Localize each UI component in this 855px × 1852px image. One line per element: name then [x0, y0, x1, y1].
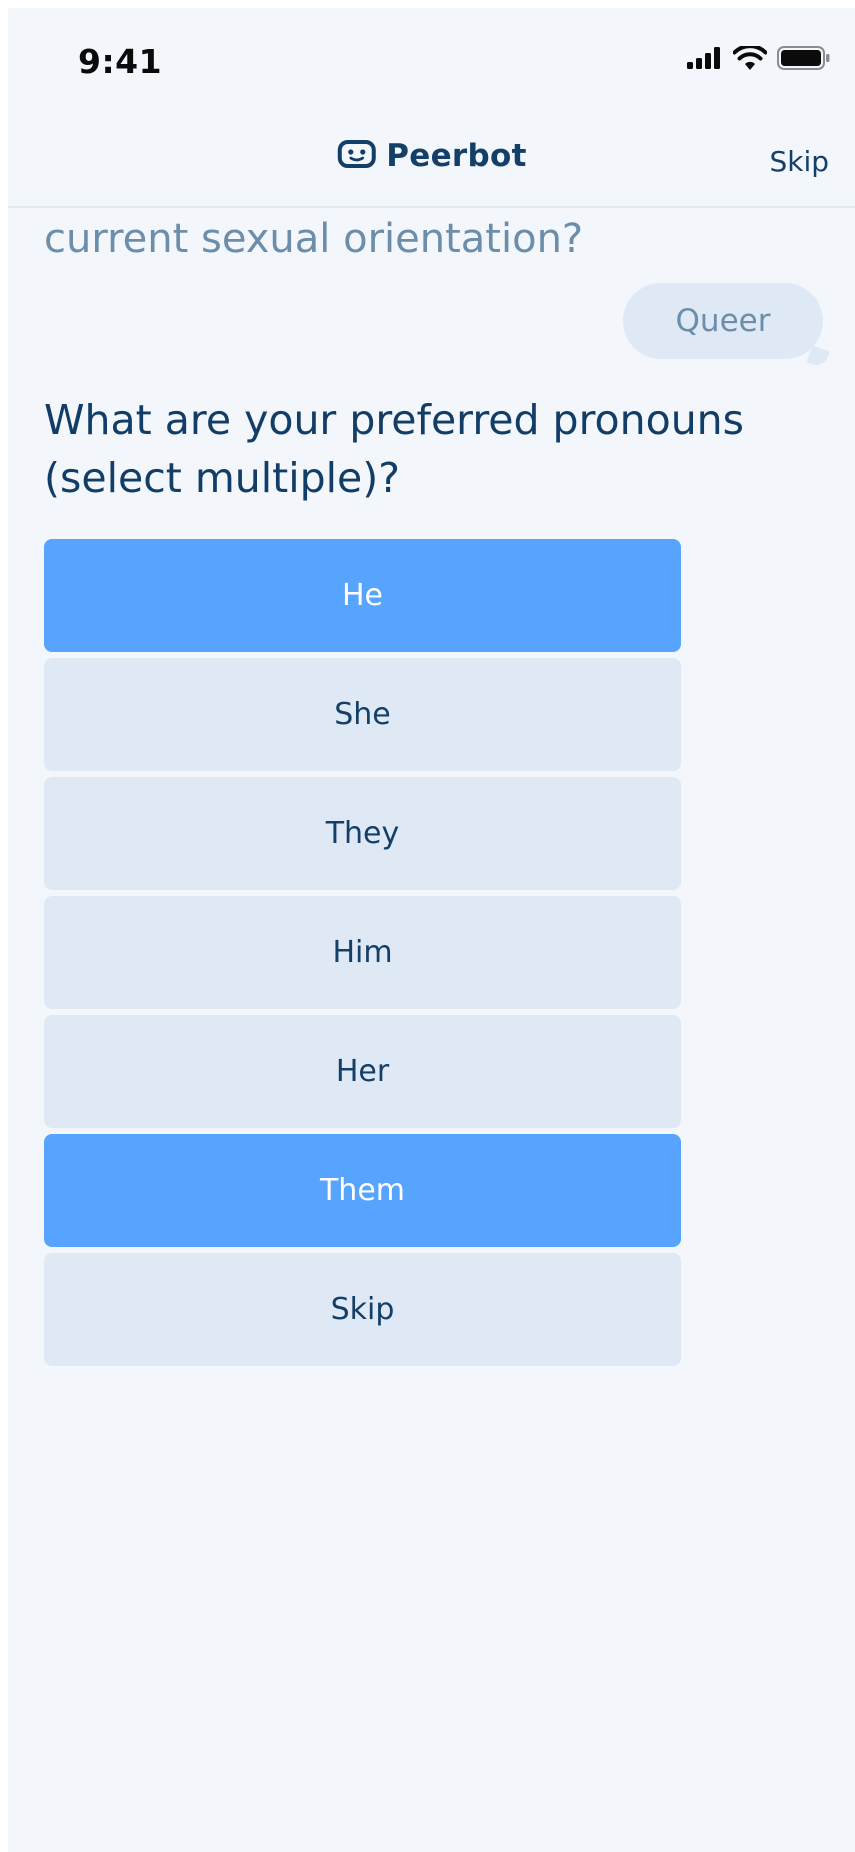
- status-icons: [687, 44, 831, 74]
- wifi-icon: [732, 44, 768, 74]
- pronoun-options: He She They Him Her Them Skip: [44, 539, 681, 1366]
- option-them[interactable]: Them: [44, 1134, 681, 1247]
- status-bar: 9:41: [8, 8, 855, 108]
- previous-question: current sexual orientation?: [44, 216, 584, 262]
- battery-icon: [777, 46, 831, 74]
- option-he[interactable]: He: [44, 539, 681, 652]
- brand: Peerbot: [336, 138, 526, 174]
- skip-link[interactable]: Skip: [769, 145, 829, 178]
- cellular-signal-icon: [687, 47, 723, 73]
- option-her[interactable]: Her: [44, 1015, 681, 1128]
- option-him[interactable]: Him: [44, 896, 681, 1009]
- phone-screen: 9:41 Peerbot Skip current sexual orienta…: [8, 8, 855, 1852]
- status-time: 9:41: [78, 42, 163, 81]
- robot-face-icon: [336, 139, 376, 173]
- option-she[interactable]: She: [44, 658, 681, 771]
- question-text: What are your preferred pronouns (select…: [44, 396, 745, 502]
- option-they[interactable]: They: [44, 777, 681, 890]
- answer-bubble: Queer: [623, 283, 823, 359]
- brand-name: Peerbot: [386, 138, 527, 174]
- app-header: Peerbot Skip: [8, 108, 855, 208]
- option-skip[interactable]: Skip: [44, 1253, 681, 1366]
